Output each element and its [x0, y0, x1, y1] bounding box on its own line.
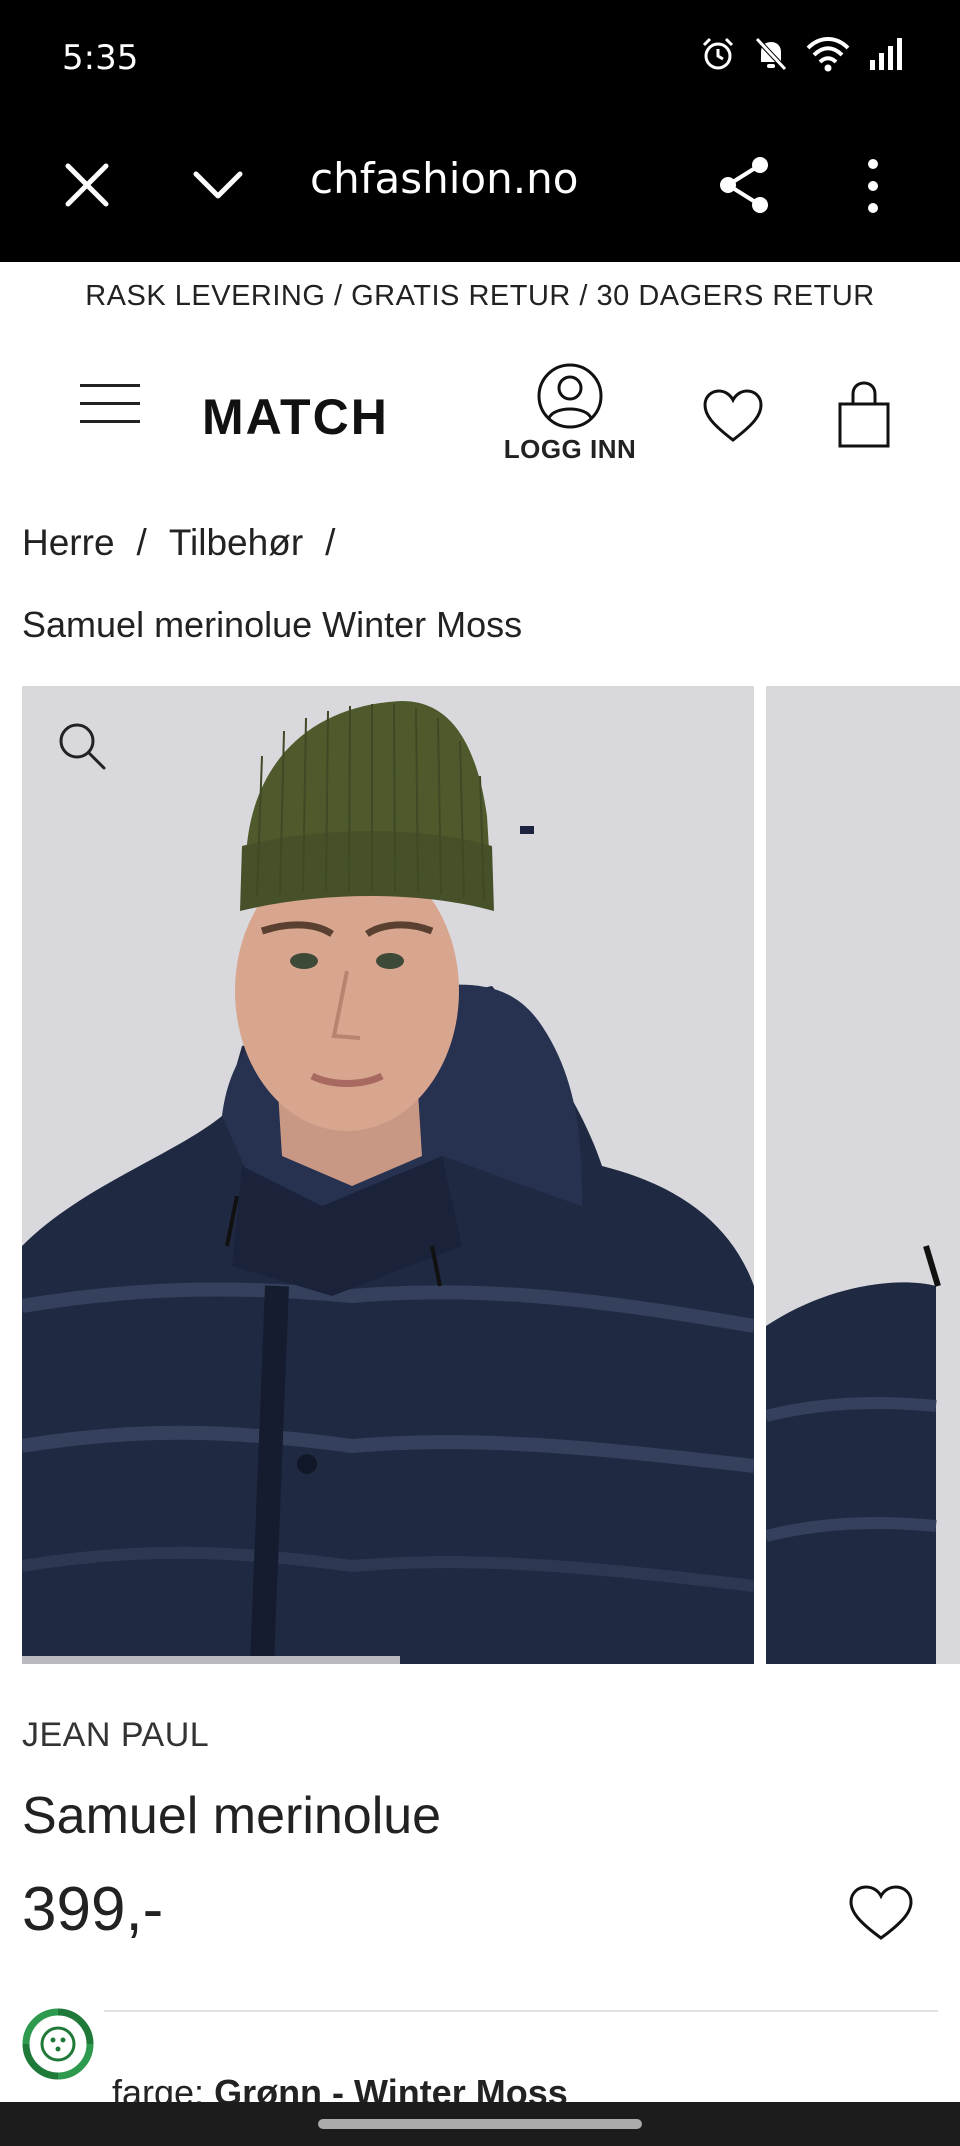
- product-gallery[interactable]: [22, 686, 960, 1664]
- system-nav-bar: [0, 2102, 960, 2146]
- more-vert-icon[interactable]: [858, 156, 888, 216]
- status-icons: [700, 36, 904, 72]
- chevron-down-icon[interactable]: [190, 162, 246, 208]
- product-image[interactable]: [22, 686, 754, 1664]
- alarm-icon: [702, 37, 734, 70]
- browser-toolbar: chfashion.no: [0, 112, 960, 262]
- login-label: LOGG INN: [503, 434, 637, 464]
- promo-banner: RASK LEVERING / GRATIS RETUR / 30 DAGERS…: [85, 280, 875, 312]
- product-image-next[interactable]: [766, 686, 960, 1664]
- user-icon: [537, 363, 603, 429]
- bag-icon[interactable]: [836, 380, 892, 448]
- menu-icon[interactable]: [80, 380, 142, 430]
- heart-icon[interactable]: [702, 388, 764, 444]
- close-icon[interactable]: [60, 158, 114, 212]
- product-price: 399,-: [22, 1875, 164, 1944]
- breadcrumb-separator: /: [325, 522, 336, 563]
- share-icon[interactable]: [716, 154, 772, 216]
- divider: [104, 2010, 938, 2012]
- site-header: MATCH LOGG INN: [0, 340, 960, 490]
- product-name: Samuel merinolue: [22, 1787, 442, 1845]
- home-gesture-handle[interactable]: [318, 2119, 642, 2129]
- signal-icon: [870, 38, 902, 70]
- gallery-progress: [22, 1656, 400, 1664]
- status-bar: 5:35: [0, 0, 960, 112]
- heart-icon[interactable]: [848, 1884, 914, 1942]
- url-bar[interactable]: chfashion.no: [310, 154, 580, 203]
- login-button[interactable]: LOGG INN: [500, 362, 640, 465]
- model-photo-next: [766, 686, 960, 1664]
- model-photo: [22, 686, 754, 1664]
- breadcrumb-separator: /: [136, 522, 147, 563]
- recycle-icon: [22, 2008, 94, 2080]
- breadcrumb: Herre / Tilbehør /: [22, 522, 335, 564]
- mute-icon: [755, 37, 787, 71]
- search-icon[interactable]: [56, 720, 108, 772]
- status-time: 5:35: [62, 38, 139, 78]
- breadcrumb-item-tilbehor[interactable]: Tilbehør: [169, 522, 303, 564]
- wifi-icon: [806, 37, 850, 72]
- product-brand[interactable]: JEAN PAUL: [22, 1716, 209, 1755]
- site-logo[interactable]: MATCH: [202, 388, 389, 446]
- breadcrumb-item-herre[interactable]: Herre: [22, 522, 115, 564]
- breadcrumb-current: Samuel merinolue Winter Moss: [22, 604, 523, 645]
